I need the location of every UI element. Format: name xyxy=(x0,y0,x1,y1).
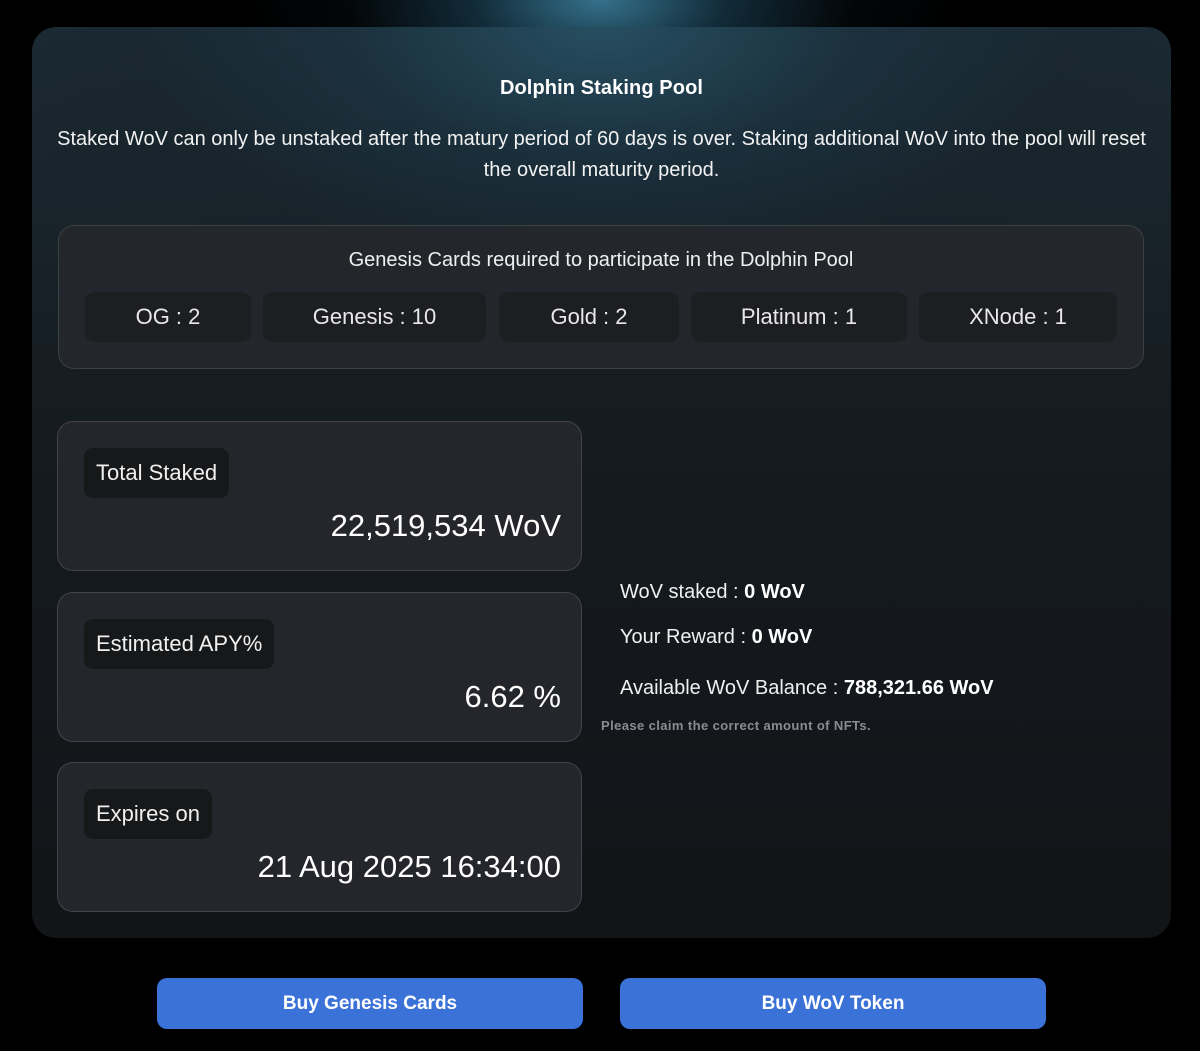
total-staked-label: Total Staked xyxy=(84,448,230,498)
balance-line: Available WoV Balance : 788,321.66 WoV xyxy=(620,677,994,700)
genesis-requirements-box: Genesis Cards required to participate in… xyxy=(58,225,1144,369)
balance-value: 788,321.66 WoV xyxy=(843,677,994,699)
card-chip-platinum: Platinum : 1 xyxy=(691,292,907,342)
expires-label: Expires on xyxy=(84,789,212,839)
total-staked-card: Total Staked 22,519,534 WoV xyxy=(57,421,582,571)
balance-label: Available WoV Balance : xyxy=(620,677,844,699)
apy-card: Estimated APY% 6.62 % xyxy=(57,592,582,742)
wov-staked-label: WoV staked : xyxy=(620,581,745,603)
reward-line: Your Reward : 0 WoV xyxy=(620,626,812,649)
expires-value: 21 Aug 2025 16:34:00 xyxy=(257,849,561,884)
buy-genesis-cards-button[interactable]: Buy Genesis Cards xyxy=(157,978,583,1029)
apy-label: Estimated APY% xyxy=(84,619,275,669)
nft-claim-warning: Please claim the correct amount of NFTs. xyxy=(601,718,872,733)
total-staked-value: 22,519,534 WoV xyxy=(330,508,561,543)
card-chip-og: OG : 2 xyxy=(85,292,251,342)
card-chip-genesis: Genesis : 10 xyxy=(263,292,486,342)
wov-staked-line: WoV staked : 0 WoV xyxy=(620,581,805,604)
expires-card: Expires on 21 Aug 2025 16:34:00 xyxy=(57,762,582,912)
buy-wov-token-button[interactable]: Buy WoV Token xyxy=(620,978,1046,1029)
wov-staked-value: 0 WoV xyxy=(744,581,805,603)
apy-value: 6.62 % xyxy=(464,679,561,714)
card-chip-xnode: XNode : 1 xyxy=(919,292,1117,342)
pool-description: Staked WoV can only be unstaked after th… xyxy=(57,128,1146,181)
pool-title: Dolphin Staking Pool xyxy=(499,77,704,99)
card-chip-gold: Gold : 2 xyxy=(499,292,679,342)
genesis-requirements-title: Genesis Cards required to participate in… xyxy=(348,249,854,271)
staking-pool-panel: Dolphin Staking Pool Staked WoV can only… xyxy=(32,27,1171,938)
reward-value: 0 WoV xyxy=(751,626,813,648)
reward-label: Your Reward : xyxy=(620,626,752,648)
